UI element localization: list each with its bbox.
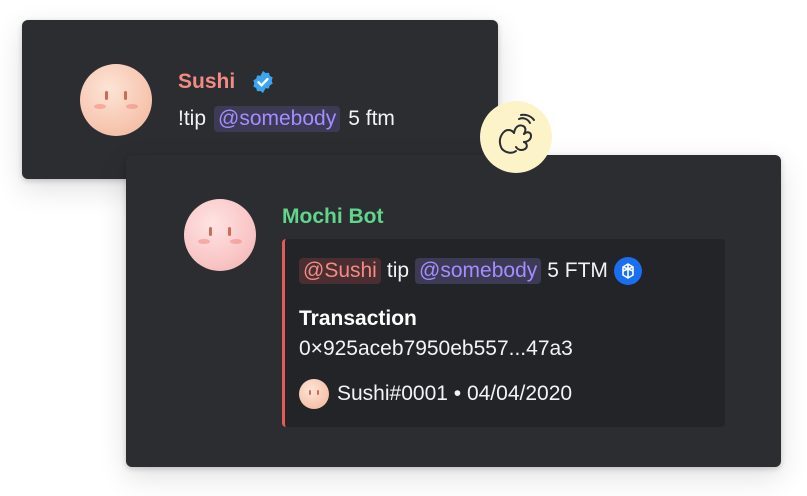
verified-badge-icon [253, 71, 273, 93]
fantom-token-icon [613, 257, 642, 285]
footer-text: Sushi#0001 • 04/04/2020 [337, 382, 573, 405]
mention-somebody[interactable]: @somebody [415, 258, 542, 284]
embed-field-title: Transaction [299, 307, 417, 330]
avatar-eye [124, 91, 127, 100]
embed-tip-summary: @Sushi tip @somebody 5 FTM [299, 257, 642, 285]
mention-somebody[interactable]: @somebody [214, 106, 341, 132]
tip-embed: @Sushi tip @somebody 5 FTM Transaction 0… [282, 239, 725, 427]
sushi-avatar[interactable] [80, 64, 152, 136]
mochi-bot-avatar[interactable] [184, 199, 256, 271]
message-author[interactable]: Sushi [178, 70, 235, 94]
avatar-eye [228, 227, 231, 236]
footer-avatar [299, 379, 329, 409]
message-content: !tip @somebody 5 ftm [178, 106, 395, 132]
avatar-blush [198, 239, 210, 244]
bot-author[interactable]: Mochi Bot [282, 205, 383, 229]
avatar-blush [230, 239, 242, 244]
transaction-hash[interactable]: 0×925aceb7950eb557...47a3 [299, 337, 573, 361]
tip-amount: 5 FTM [547, 259, 608, 282]
avatar-eye [309, 390, 311, 395]
avatar-eye [105, 91, 108, 100]
mention-sushi[interactable]: @Sushi [299, 258, 381, 284]
embed-footer: Sushi#0001 • 04/04/2020 [299, 379, 572, 409]
avatar-eye [209, 227, 212, 236]
avatar-eye [317, 390, 319, 395]
bot-message-card: Mochi Bot @Sushi tip @somebody 5 FTM Tra… [126, 155, 781, 467]
tip-amount: 5 ftm [348, 107, 395, 130]
avatar-blush [94, 104, 106, 109]
tip-verb: tip [386, 259, 410, 282]
tip-command: !tip [178, 107, 207, 130]
avatar-blush [126, 104, 138, 109]
pinky-promise-hand-icon [480, 101, 552, 173]
